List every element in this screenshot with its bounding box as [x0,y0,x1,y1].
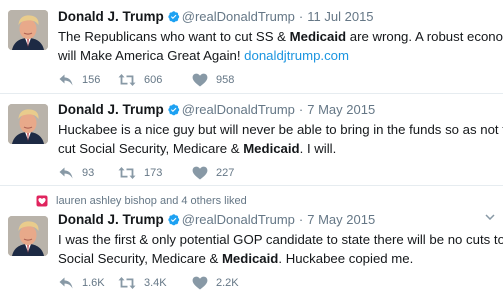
tweet-text-line: I was the first & only potential GOP can… [58,232,503,247]
reply-button[interactable]: 1.6K [58,276,118,290]
author-handle[interactable]: @realDonaldTrump [182,102,295,117]
retweet-button[interactable]: 606 [118,73,192,87]
tweet-text-segment: . I will. [299,141,337,156]
author-name[interactable]: Donald J. Trump [58,102,164,117]
like-icon [192,73,208,87]
tweet-text-segment: . Huckabee copied me. [278,251,414,266]
like-count: 958 [216,74,235,86]
retweet-count: 173 [144,167,163,179]
tweet-text-segment: The Republicans who want to cut SS & [58,29,290,44]
separator: · [298,102,304,117]
like-count: 2.2K [216,277,239,289]
author-name[interactable]: Donald J. Trump [58,212,164,227]
retweet-count: 606 [144,74,163,86]
tweet-text-line: Huckabee is a nice guy but will never be… [58,122,503,137]
like-button[interactable]: 2.2K [192,276,250,290]
tweet[interactable]: Donald J. Trump @realDonaldTrump · 7 May… [0,94,503,186]
reply-icon [58,166,74,180]
tweet-date[interactable]: 11 Jul 2015 [307,9,373,24]
tweet-text: I was the first & only potential GOP can… [58,230,503,268]
reply-icon [58,276,74,290]
avatar-image [8,10,48,50]
separator: · [298,212,304,227]
tweet-actions: 1.6K 3.4K 2.2K [58,276,493,290]
like-count: 227 [216,167,235,179]
avatar-image [8,104,48,144]
tweet-timeline: Donald J. Trump @realDonaldTrump · 11 Ju… [0,0,503,301]
retweet-button[interactable]: 3.4K [118,276,192,290]
avatar[interactable] [8,216,48,256]
tweet-text-segment: cut Social Security, Medicare & [58,141,244,156]
liked-context: lauren ashley bishop and 4 others liked [36,194,247,208]
tweet-text-segment: Social Security, Medicare & [58,251,222,266]
retweet-button[interactable]: 173 [118,166,192,180]
retweet-icon [118,166,136,180]
avatar-image [8,216,48,256]
reply-button[interactable]: 93 [58,166,118,180]
avatar[interactable] [8,104,48,144]
verified-badge-icon [167,213,180,226]
liked-context-text[interactable]: lauren ashley bishop and 4 others liked [56,195,247,207]
tweet-header: Donald J. Trump @realDonaldTrump · 7 May… [58,211,493,228]
separator: · [298,9,304,24]
tweet-actions: 156 606 958 [58,73,493,87]
verified-badge-icon [167,10,180,23]
author-handle[interactable]: @realDonaldTrump [182,212,295,227]
retweet-icon [118,73,136,87]
reply-count: 156 [82,74,101,86]
tweet-link[interactable]: donaldjtrump.com [244,48,349,63]
like-button[interactable]: 227 [192,166,250,180]
tweet[interactable]: Donald J. Trump @realDonaldTrump · 11 Ju… [0,0,503,94]
reply-count: 1.6K [82,277,105,289]
liked-heart-icon [36,195,48,207]
tweet-text-segment: will Make America Great Again! [58,48,245,63]
highlighted-keyword: Medicaid [221,251,279,266]
tweet-date[interactable]: 7 May 2015 [307,212,375,227]
author-handle[interactable]: @realDonaldTrump [182,9,295,24]
tweet-header: Donald J. Trump @realDonaldTrump · 11 Ju… [58,8,493,25]
like-icon [192,166,208,180]
reply-icon [58,73,74,87]
tweet-text-segment: are wrong. A robust economy [349,29,503,44]
highlighted-keyword: Medicaid [289,29,347,44]
like-button[interactable]: 958 [192,73,250,87]
like-icon [192,276,208,290]
tweet-date[interactable]: 7 May 2015 [307,102,375,117]
highlighted-keyword: Medicaid [243,141,300,156]
author-name[interactable]: Donald J. Trump [58,9,164,24]
tweet-header: Donald J. Trump @realDonaldTrump · 7 May… [58,101,493,118]
tweet-text: Huckabee is a nice guy but will never be… [58,120,503,158]
retweet-icon [118,276,136,290]
tweet[interactable]: lauren ashley bishop and 4 others liked … [0,186,503,301]
verified-badge-icon [167,103,180,116]
tweet-actions: 93 173 227 [58,166,493,180]
retweet-count: 3.4K [144,277,167,289]
reply-count: 93 [82,167,95,179]
avatar[interactable] [8,10,48,50]
tweet-text: The Republicans who want to cut SS & Med… [58,27,503,65]
reply-button[interactable]: 156 [58,73,118,87]
